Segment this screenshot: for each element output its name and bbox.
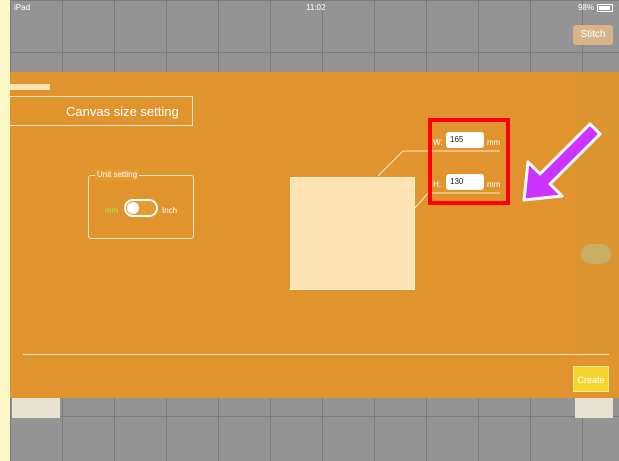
left-side-tab bbox=[12, 398, 60, 418]
unit-toggle[interactable] bbox=[124, 199, 158, 217]
unit-option-mm: mm bbox=[105, 206, 119, 215]
create-button[interactable]: Create bbox=[573, 366, 609, 392]
dialog-title: Canvas size setting bbox=[10, 96, 193, 126]
toggle-knob bbox=[127, 202, 139, 214]
back-arrow-icon[interactable] bbox=[10, 82, 50, 92]
pointer-arrow-icon bbox=[522, 122, 602, 202]
ipad-screen: iPad 11:02 98% Stitch Canvas size settin… bbox=[10, 0, 619, 461]
dialog-divider bbox=[23, 354, 609, 355]
battery-icon bbox=[597, 4, 613, 12]
unit-setting-group: Unit setting mm Inch bbox=[88, 169, 194, 239]
canvas-preview bbox=[290, 177, 415, 290]
canvas-size-dialog: Canvas size setting Unit setting mm Inch… bbox=[10, 72, 619, 398]
highlight-box bbox=[428, 118, 510, 205]
background-toggle bbox=[581, 244, 611, 264]
unit-option-inch: Inch bbox=[162, 206, 178, 215]
right-side-tab bbox=[575, 398, 613, 418]
battery-percent: 98% bbox=[577, 3, 594, 12]
device-name: iPad bbox=[14, 3, 31, 12]
status-bar: iPad 11:02 98% bbox=[10, 0, 619, 16]
stitch-button[interactable]: Stitch bbox=[573, 25, 613, 45]
unit-setting-legend: Unit setting bbox=[95, 169, 140, 181]
status-time: 11:02 bbox=[306, 3, 326, 12]
battery-status: 98% bbox=[578, 0, 613, 16]
right-panel bbox=[575, 72, 619, 354]
